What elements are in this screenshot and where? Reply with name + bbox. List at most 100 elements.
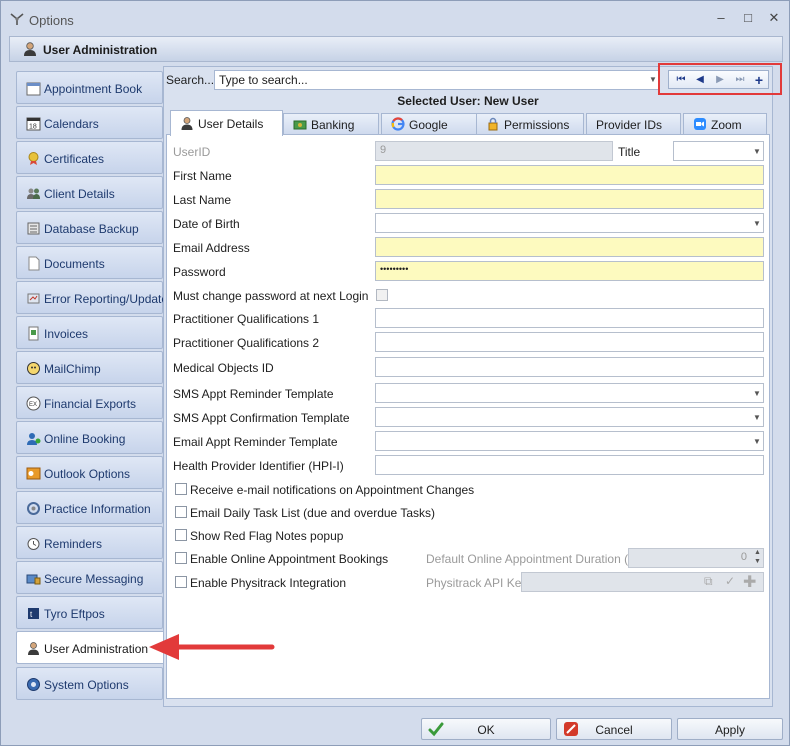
medical-objects-label: Medical Objects ID: [173, 361, 274, 375]
chevron-down-icon[interactable]: ▼: [753, 219, 761, 228]
cancel-button[interactable]: Cancel: [556, 718, 672, 740]
sidebar-item-label: Online Booking: [44, 432, 126, 446]
must-change-password-label: Must change password at next Login: [173, 289, 369, 303]
userid-label: UserID: [173, 145, 211, 159]
sidebar-item-calendars[interactable]: 18 Calendars: [16, 106, 163, 139]
email-reminder-select[interactable]: [375, 431, 764, 451]
calendar-18-icon: 18: [26, 117, 41, 131]
practice-icon: [27, 502, 40, 515]
sidebar-item-label: Outlook Options: [44, 467, 131, 481]
sidebar-item-system-options[interactable]: System Options: [16, 667, 163, 700]
svg-text:EX: EX: [29, 402, 37, 408]
sidebar-item-label: Certificates: [44, 152, 105, 166]
online-bookings-checkbox[interactable]: [175, 552, 187, 564]
user-icon: [24, 42, 36, 56]
sidebar-item-certificates[interactable]: Certificates: [16, 141, 163, 174]
selected-user-caption: Selected User: New User: [397, 94, 539, 108]
tab-provider-ids[interactable]: Provider IDs: [586, 113, 681, 134]
chevron-down-icon[interactable]: ▼: [753, 147, 761, 156]
tab-zoom[interactable]: Zoom: [683, 113, 767, 134]
sidebar-item-client-details[interactable]: Client Details: [16, 176, 163, 209]
system-icon: [27, 678, 40, 691]
reminder-icon: [27, 538, 40, 550]
sidebar-item-label: Documents: [44, 257, 105, 271]
title-label: Title: [618, 145, 641, 159]
sidebar-item-invoices[interactable]: Invoices: [16, 316, 163, 349]
hpi-field[interactable]: [375, 455, 764, 475]
sidebar-item-reminders[interactable]: Reminders: [16, 526, 163, 559]
document-icon: [28, 256, 40, 271]
tab-label: Google: [409, 118, 448, 132]
spinner-up-icon: ▲: [754, 549, 761, 556]
sidebar-item-online-booking[interactable]: Online Booking: [16, 421, 163, 454]
chevron-down-icon[interactable]: ▼: [649, 75, 657, 84]
sidebar-item-database-backup[interactable]: Database Backup: [16, 211, 163, 244]
task-list-checkbox[interactable]: [175, 506, 187, 518]
people-icon: [27, 188, 40, 199]
section-header: User Administration: [9, 36, 783, 62]
invoice-icon: [28, 326, 39, 341]
sidebar-item-label: User Administration: [44, 642, 149, 656]
sidebar-item-label: Appointment Book: [44, 82, 143, 96]
email-field[interactable]: [375, 237, 764, 257]
sidebar-item-financial-exports[interactable]: EX Financial Exports: [16, 386, 163, 419]
task-list-label: Email Daily Task List (due and overdue T…: [190, 506, 436, 520]
sidebar-item-label: Practice Information: [44, 502, 151, 516]
physitrack-checkbox[interactable]: [175, 576, 187, 588]
qualifications-1-field[interactable]: [375, 308, 764, 328]
last-name-field[interactable]: [375, 189, 764, 209]
last-name-label: Last Name: [173, 193, 232, 207]
tab-banking[interactable]: Banking: [283, 113, 379, 134]
chevron-down-icon[interactable]: ▼: [753, 437, 761, 446]
sidebar-item-documents[interactable]: Documents: [16, 246, 163, 279]
sidebar-item-tyro-eftpos[interactable]: t Tyro Eftpos: [16, 596, 163, 629]
sidebar-item-label: Tyro Eftpos: [44, 607, 105, 621]
must-change-password-checkbox[interactable]: [376, 289, 388, 301]
red-flag-checkbox[interactable]: [175, 529, 187, 541]
tab-user-details[interactable]: User Details: [170, 110, 283, 136]
dob-field[interactable]: [375, 213, 764, 233]
title-select[interactable]: [673, 141, 764, 161]
first-name-field[interactable]: [375, 165, 764, 185]
sidebar-item-error-reporting[interactable]: Error Reporting/Updates: [16, 281, 174, 314]
tab-permissions[interactable]: Permissions: [476, 113, 584, 134]
tab-label: Permissions: [504, 118, 570, 132]
title-bar: Options – □ ✕: [1, 1, 789, 36]
secure-message-icon: [26, 574, 41, 585]
annotation-arrow-icon: [149, 634, 275, 660]
email-label: Email Address: [173, 241, 250, 255]
maximize-button[interactable]: □: [739, 9, 757, 27]
apply-button[interactable]: Apply: [677, 718, 783, 740]
notifications-checkbox[interactable]: [175, 483, 187, 495]
physitrack-label: Enable Physitrack Integration: [190, 576, 347, 590]
options-window: Options – □ ✕ User Administration Appoin…: [0, 0, 790, 746]
calendar-icon: [26, 82, 41, 96]
sidebar-item-user-administration[interactable]: User Administration: [16, 631, 165, 664]
password-field[interactable]: •••••••••: [375, 261, 764, 281]
sidebar-item-mailchimp[interactable]: MailChimp: [16, 351, 163, 384]
tab-label: Banking: [311, 118, 355, 132]
copy-icon: ⧉: [704, 574, 713, 588]
sms-reminder-select[interactable]: [375, 383, 764, 403]
user-icon: [28, 642, 39, 655]
app-logo-icon: [10, 13, 24, 25]
sms-confirmation-select[interactable]: [375, 407, 764, 427]
close-button[interactable]: ✕: [765, 9, 783, 27]
cancel-button-label: Cancel: [595, 723, 633, 737]
qualifications-2-field[interactable]: [375, 332, 764, 352]
sidebar-item-outlook-options[interactable]: Outlook Options: [16, 456, 163, 489]
ok-button[interactable]: OK: [421, 718, 551, 740]
search-input[interactable]: Type to search...: [214, 70, 660, 90]
medical-objects-field[interactable]: [375, 357, 764, 377]
sidebar-item-secure-messaging[interactable]: Secure Messaging: [16, 561, 163, 594]
minimize-button[interactable]: –: [712, 9, 730, 27]
sidebar-item-appointment-book[interactable]: Appointment Book: [16, 71, 163, 104]
export-icon: EX: [26, 396, 41, 411]
chevron-down-icon[interactable]: ▼: [753, 389, 761, 398]
duration-field: 0: [628, 548, 764, 568]
tab-google[interactable]: Google: [381, 113, 481, 134]
window-title: Options: [29, 13, 74, 28]
chevron-down-icon[interactable]: ▼: [753, 413, 761, 422]
dob-label: Date of Birth: [173, 217, 240, 231]
sidebar-item-practice-information[interactable]: Practice Information: [16, 491, 163, 524]
